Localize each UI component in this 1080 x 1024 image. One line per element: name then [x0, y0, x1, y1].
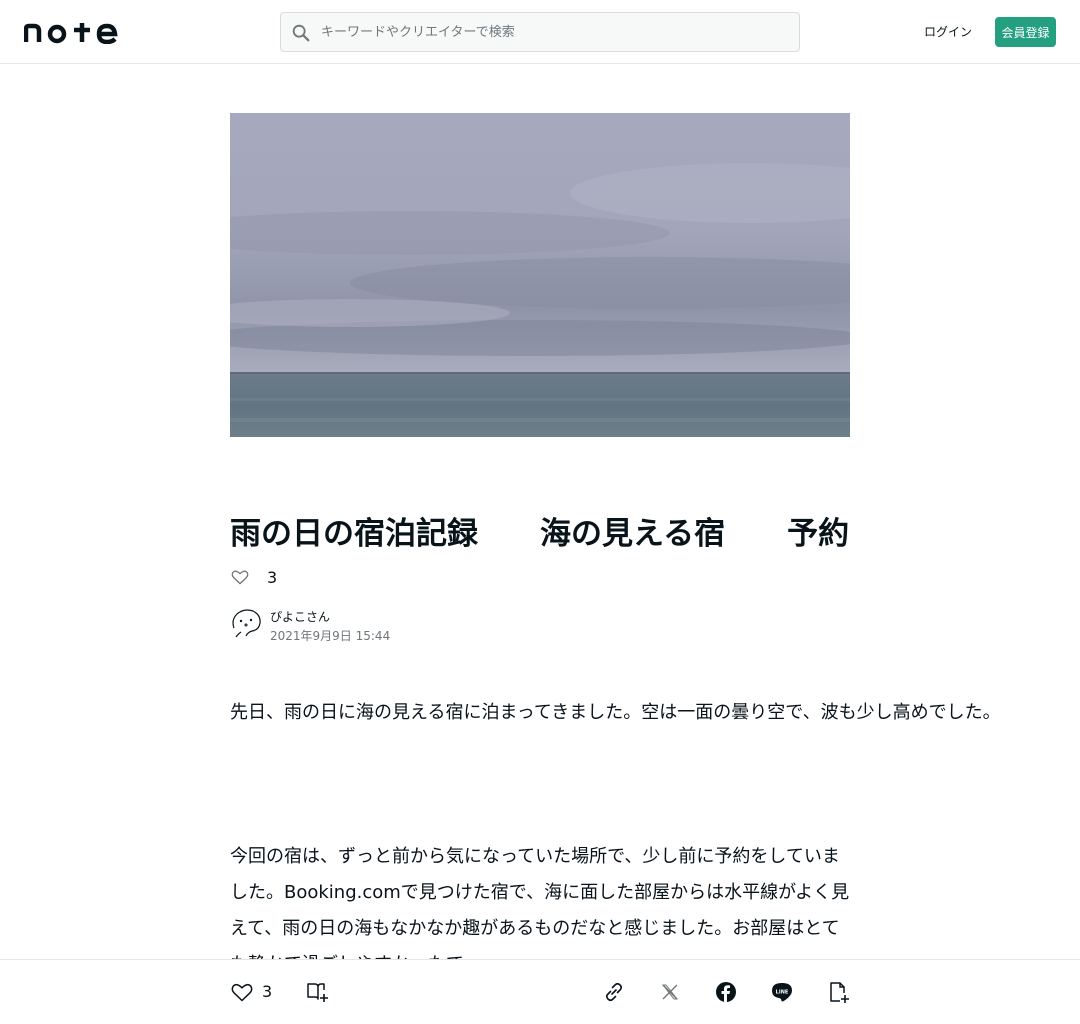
- signup-button[interactable]: 会員登録: [995, 17, 1056, 47]
- note-add-icon[interactable]: [826, 980, 850, 1004]
- search-box[interactable]: [280, 12, 800, 52]
- bottom-action-bar: 3 LINE: [0, 959, 1080, 1024]
- like-row: 3: [230, 565, 277, 589]
- heart-icon[interactable]: [230, 980, 254, 1004]
- search-icon: [292, 24, 310, 42]
- body-text: 今回の宿は、ずっと前から気になっていた場所で、少し前に予約をしていました。Boo…: [230, 846, 850, 975]
- line-icon[interactable]: LINE: [770, 980, 794, 1004]
- like-count: 3: [267, 567, 278, 587]
- author-name[interactable]: ぴよこさん: [270, 608, 330, 625]
- avatar[interactable]: [230, 606, 262, 638]
- site-header: ログイン 会員登録: [0, 0, 1080, 64]
- link-icon[interactable]: [602, 980, 626, 1004]
- facebook-icon[interactable]: [714, 980, 738, 1004]
- hero-image: [230, 113, 850, 437]
- post-date: 2021年9月9日 15:44: [270, 629, 391, 643]
- note-logo[interactable]: [24, 20, 124, 44]
- magazine-add-icon[interactable]: [306, 980, 330, 1004]
- login-link[interactable]: ログイン: [920, 20, 976, 44]
- heart-icon[interactable]: [230, 567, 250, 587]
- x-icon[interactable]: [658, 980, 682, 1004]
- like-count: 3: [262, 982, 273, 1001]
- svg-text:LINE: LINE: [776, 989, 789, 995]
- article-title: 雨の日の宿泊記録 海の見える宿 予約から 到着へ: [230, 516, 850, 552]
- search-input[interactable]: [321, 13, 791, 51]
- body-paragraph: 先日、雨の日に海の見える宿に泊まってきました。空は一面の曇り空で、波も少し高めで…: [230, 702, 1001, 723]
- sea-photo: [230, 113, 850, 437]
